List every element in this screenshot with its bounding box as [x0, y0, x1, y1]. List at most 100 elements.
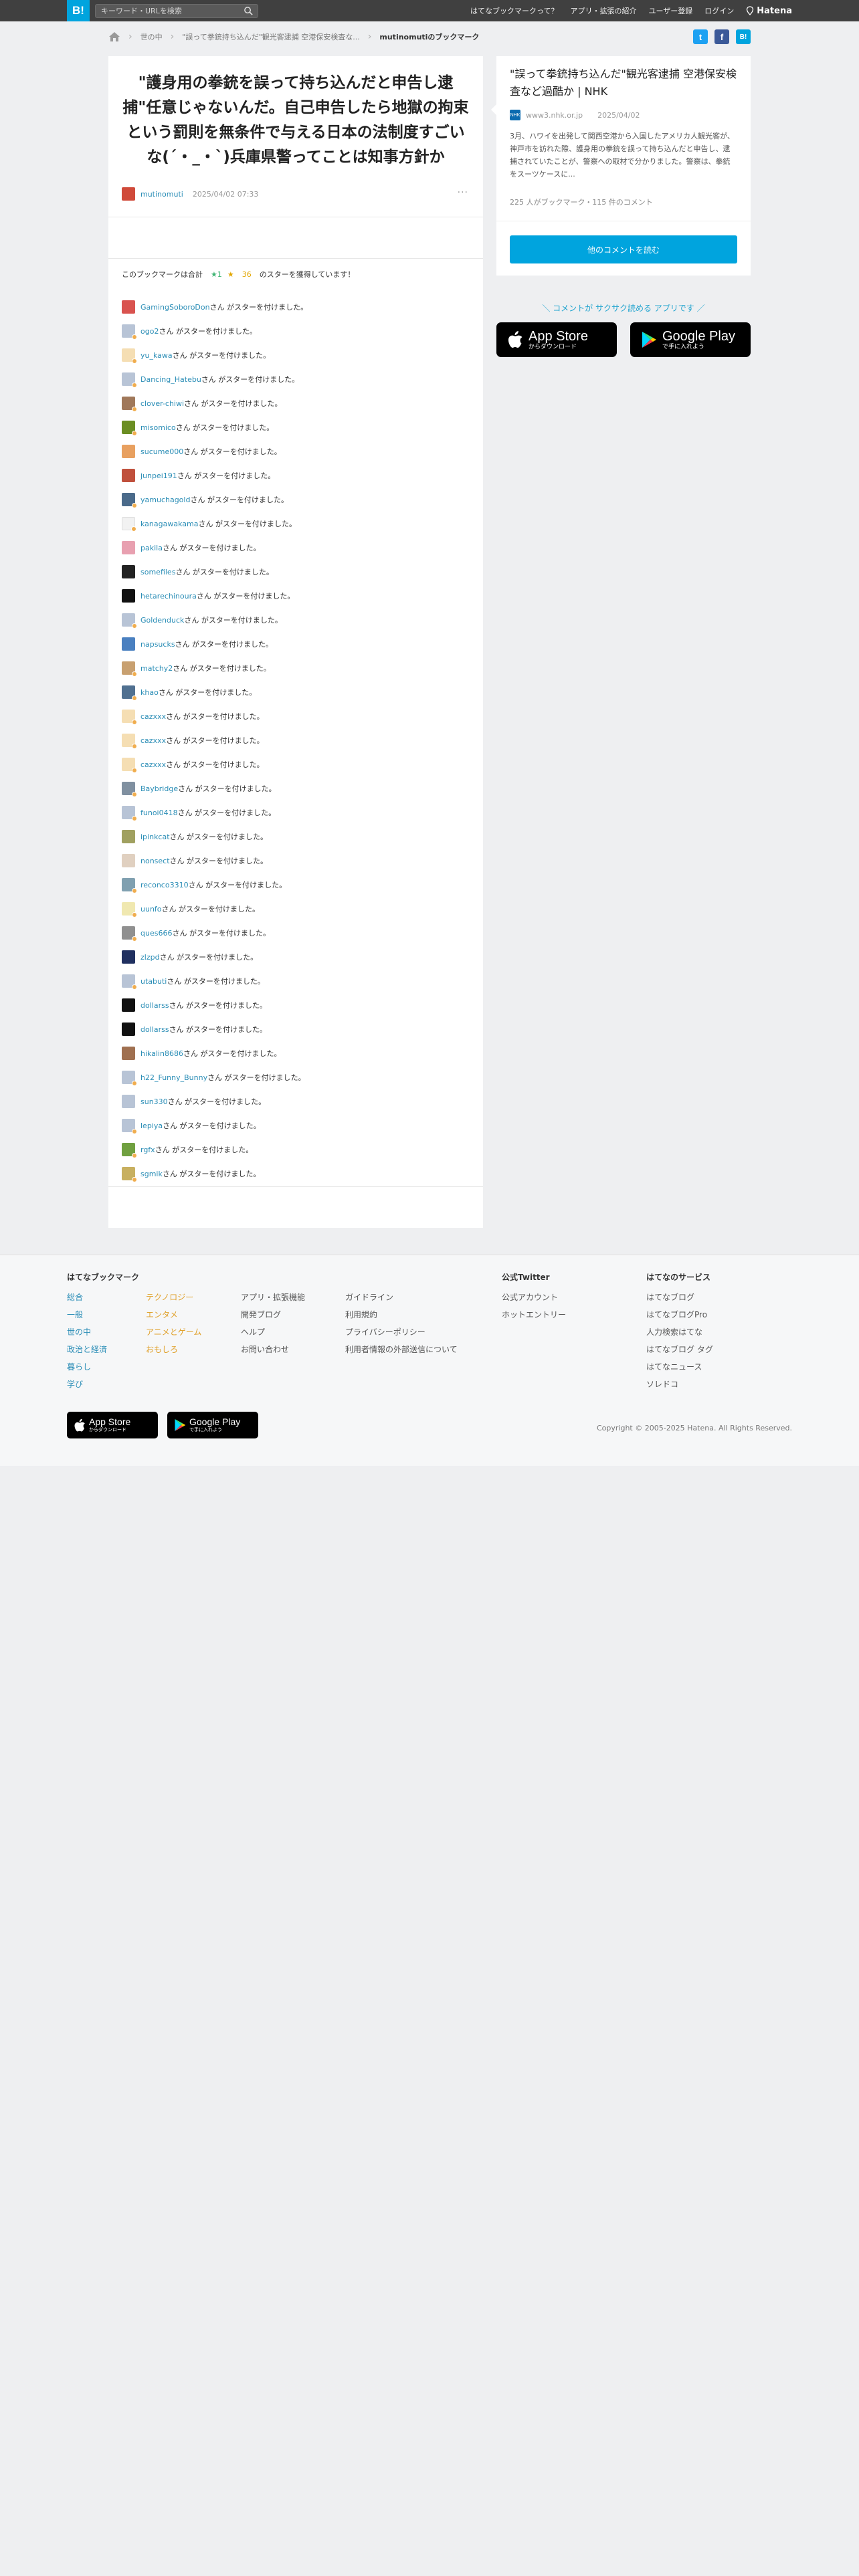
footer-link[interactable]: 政治と経済	[67, 1341, 107, 1358]
footer-link[interactable]: アプリ・拡張機能	[241, 1289, 305, 1306]
entry-domain[interactable]: www3.nhk.or.jp	[526, 111, 583, 120]
star-username[interactable]: funoi0418	[140, 809, 178, 817]
nav-apps[interactable]: アプリ・拡張の紹介	[571, 5, 637, 16]
nav-login[interactable]: ログイン	[704, 5, 734, 16]
star-username[interactable]: pakila	[140, 544, 163, 552]
star-username[interactable]: napsucks	[140, 640, 175, 649]
footer-link[interactable]: はてなブログ	[646, 1289, 713, 1306]
avatar[interactable]	[122, 710, 137, 725]
avatar[interactable]	[122, 854, 135, 867]
hatena-bookmark-logo[interactable]: B!	[67, 0, 90, 21]
star-username[interactable]: ipinkcat	[140, 833, 170, 841]
footer-link[interactable]: ガイドライン	[345, 1289, 458, 1306]
footer-link[interactable]: 学び	[67, 1376, 107, 1393]
star-username[interactable]: sun330	[140, 1097, 168, 1106]
google-play-badge[interactable]: Google Play で手に入れよう	[630, 322, 751, 357]
star-username[interactable]: sgmik	[140, 1170, 163, 1178]
footer-link[interactable]: 開発ブログ	[241, 1306, 305, 1323]
star-username[interactable]: cazxxx	[140, 712, 166, 721]
facebook-share-icon[interactable]: f	[714, 29, 729, 44]
avatar[interactable]	[122, 397, 137, 412]
footer-link[interactable]: プライバシーポリシー	[345, 1323, 458, 1341]
avatar[interactable]	[122, 1047, 135, 1060]
footer-link[interactable]: アニメとゲーム	[146, 1323, 201, 1341]
avatar[interactable]	[122, 372, 137, 388]
avatar[interactable]	[122, 348, 137, 364]
avatar[interactable]	[122, 830, 135, 843]
avatar[interactable]	[122, 421, 137, 436]
footer-link[interactable]: 人力検索はてな	[646, 1323, 713, 1341]
hatena-brand-link[interactable]: Hatena	[746, 6, 792, 16]
avatar[interactable]	[122, 998, 135, 1012]
star-username[interactable]: Dancing_Hatebu	[140, 375, 201, 384]
avatar[interactable]	[122, 613, 137, 629]
star-username[interactable]: Baybridge	[140, 784, 178, 793]
footer-link[interactable]: ヘルプ	[241, 1323, 305, 1341]
avatar[interactable]	[122, 565, 135, 578]
avatar[interactable]	[122, 1023, 135, 1036]
avatar[interactable]	[122, 1119, 137, 1134]
star-username[interactable]: dollarss	[140, 1025, 169, 1034]
avatar[interactable]	[122, 589, 135, 603]
star-username[interactable]: reconco3310	[140, 881, 189, 889]
footer-link[interactable]: はてなブログ タグ	[646, 1341, 713, 1358]
footer-link[interactable]: お問い合わせ	[241, 1341, 305, 1358]
star-username[interactable]: GamingSoboroDon	[140, 303, 210, 312]
avatar[interactable]	[122, 300, 135, 314]
star-username[interactable]: zlzpd	[140, 953, 160, 962]
footer-link[interactable]: 利用規約	[345, 1306, 458, 1323]
twitter-share-icon[interactable]: t	[693, 29, 708, 44]
star-username[interactable]: misomico	[140, 423, 176, 432]
footer-google-play-badge[interactable]: Google Play で手に入れよう	[167, 1412, 258, 1438]
avatar[interactable]	[122, 902, 137, 918]
star-username[interactable]: matchy2	[140, 664, 173, 673]
star-username[interactable]: junpei191	[140, 471, 177, 480]
read-more-comments-button[interactable]: 他のコメントを読む	[510, 235, 737, 263]
avatar[interactable]	[122, 541, 135, 554]
app-store-badge[interactable]: App Store からダウンロード	[496, 322, 617, 357]
footer-link[interactable]: エンタメ	[146, 1306, 201, 1323]
footer-link[interactable]: おもしろ	[146, 1341, 201, 1358]
star-username[interactable]: somefiles	[140, 568, 175, 576]
footer-link[interactable]: 世の中	[67, 1323, 107, 1341]
avatar[interactable]	[122, 469, 135, 482]
footer-app-store-badge[interactable]: App Store からダウンロード	[67, 1412, 158, 1438]
footer-link[interactable]: 暮らし	[67, 1358, 107, 1376]
footer-link[interactable]: はてなブログPro	[646, 1306, 713, 1323]
avatar[interactable]	[122, 324, 137, 340]
entry-title-link[interactable]: "誤って拳銃持ち込んだ"観光客逮捕 空港保安検査など過酷か | NHK	[510, 66, 737, 100]
footer-link[interactable]: 総合	[67, 1289, 107, 1306]
avatar[interactable]	[122, 685, 137, 701]
footer-link[interactable]: ホットエントリー	[502, 1306, 566, 1323]
avatar[interactable]	[122, 493, 137, 508]
star-username[interactable]: uunfo	[140, 905, 162, 914]
star-username[interactable]: hikalin8686	[140, 1049, 183, 1058]
star-username[interactable]: nonsect	[140, 857, 170, 865]
search-icon[interactable]	[244, 6, 254, 16]
avatar[interactable]	[122, 517, 136, 532]
star-username[interactable]: khao	[140, 688, 159, 697]
footer-link[interactable]: テクノロジー	[146, 1289, 201, 1306]
avatar[interactable]	[122, 926, 137, 942]
star-username[interactable]: clover-chiwi	[140, 399, 184, 408]
star-username[interactable]: kanagawakama	[140, 520, 198, 528]
bookmark-username[interactable]: mutinomuti	[140, 190, 183, 199]
footer-link[interactable]: ソレドコ	[646, 1376, 713, 1393]
footer-link[interactable]: 利用者情報の外部送信について	[345, 1341, 458, 1358]
star-username[interactable]: ogo2	[140, 327, 159, 336]
star-username[interactable]: utabuti	[140, 977, 167, 986]
star-username[interactable]: yamuchagold	[140, 496, 190, 504]
search-input[interactable]	[101, 5, 235, 17]
avatar[interactable]	[122, 187, 135, 201]
hatena-share-icon[interactable]: B!	[736, 29, 751, 44]
avatar[interactable]	[122, 734, 137, 749]
avatar[interactable]	[122, 1095, 135, 1108]
star-username[interactable]: hetarechinoura	[140, 592, 197, 601]
nav-about[interactable]: はてなブックマークって？	[470, 5, 558, 16]
home-icon[interactable]	[108, 31, 120, 42]
more-options-icon[interactable]: ···	[458, 187, 468, 198]
star-username[interactable]: sucume000	[140, 447, 183, 456]
star-username[interactable]: cazxxx	[140, 760, 166, 769]
star-username[interactable]: dollarss	[140, 1001, 169, 1010]
avatar[interactable]	[122, 661, 137, 677]
